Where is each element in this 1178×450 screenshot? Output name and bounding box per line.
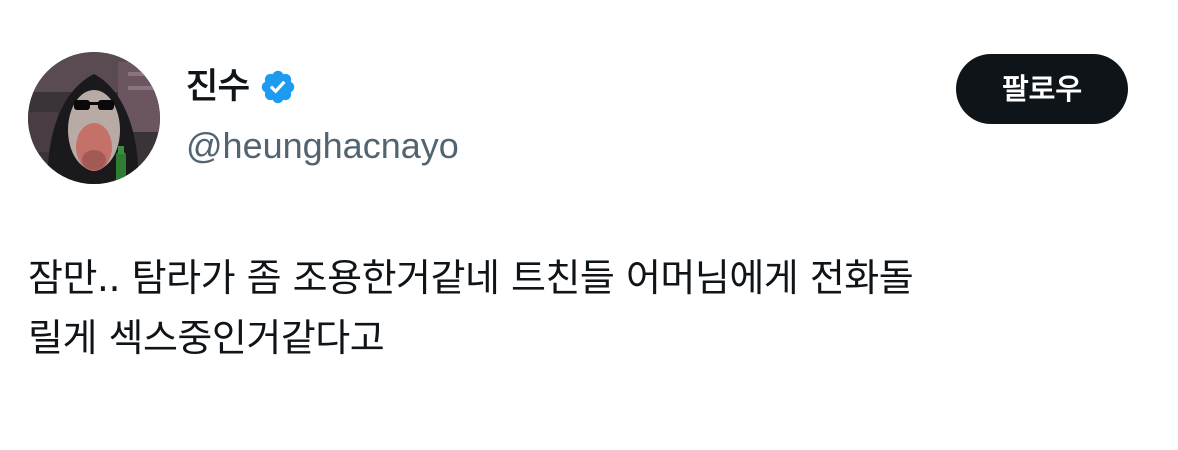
tweet-text-line-1: 잠만.. 탐라가 좀 조용한거같네 트친들 어머님에게 전화돌 [28,256,914,300]
author-identity: 진수 @heunghacnayo [186,62,459,168]
tweet-text: 잠만.. 탐라가 좀 조용한거같네 트친들 어머님에게 전화돌 릴게 섹스중인거… [28,248,1148,368]
avatar-image [28,52,160,184]
verified-badge-icon [259,68,297,106]
author-handle[interactable]: @heunghacnayo [186,124,459,168]
tweet-text-line-2: 릴게 섹스중인거같다고 [28,316,385,360]
tweet-header: 진수 @heunghacnayo 팔로우 [28,52,1128,184]
profile-avatar[interactable] [28,52,160,184]
display-name[interactable]: 진수 [186,62,250,112]
follow-button[interactable]: 팔로우 [956,54,1128,124]
name-row: 진수 [186,62,459,112]
